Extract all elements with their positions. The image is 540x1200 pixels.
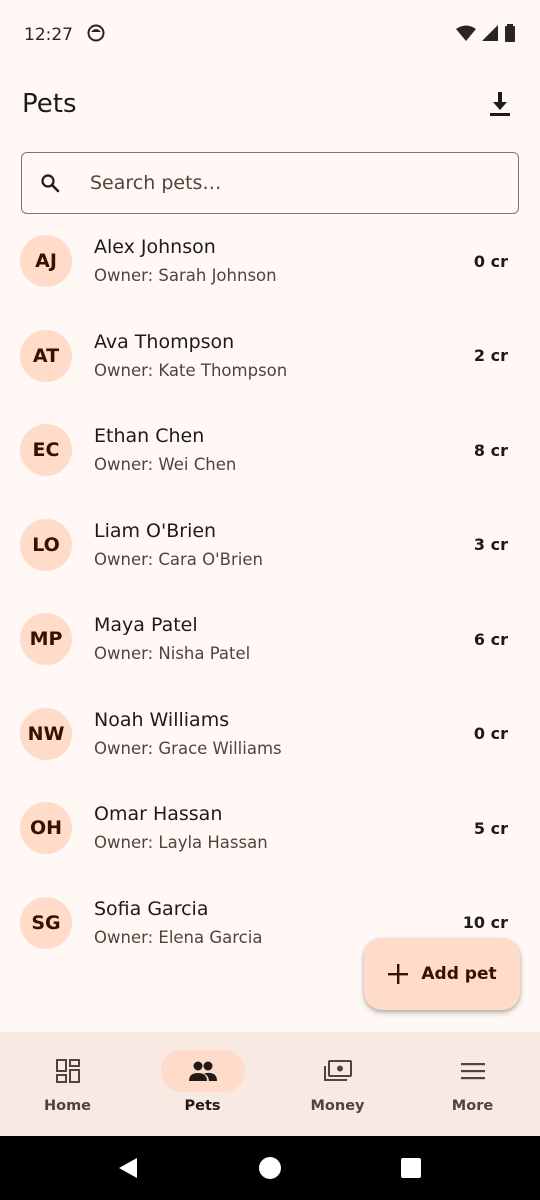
pet-credits: 10 cr — [462, 913, 508, 933]
pet-owner: Owner: Grace Williams — [94, 738, 282, 758]
pet-text: Ethan Chen Owner: Wei Chen — [94, 422, 474, 478]
pet-credits: 2 cr — [473, 346, 508, 366]
nav-label-pets: Pets — [184, 1098, 221, 1114]
system-navigation-bar — [0, 1136, 540, 1200]
battery-icon — [504, 24, 516, 46]
notification-face-icon — [87, 24, 105, 47]
nav-icon-wrap — [296, 1050, 380, 1092]
pet-row[interactable]: LO Liam O'Brien Owner: Cara O'Brien 3 cr — [0, 498, 540, 593]
avatar: NW — [20, 707, 72, 760]
pet-name: Noah Williams — [94, 708, 230, 731]
pet-row[interactable]: AJ Alex Johnson Owner: Sarah Johnson 0 c… — [0, 214, 540, 309]
pet-row[interactable]: EC Ethan Chen Owner: Wei Chen 8 cr — [0, 403, 540, 498]
payments-icon — [323, 1060, 352, 1081]
nav-item-more[interactable]: More — [405, 1032, 540, 1136]
pet-credits: 8 cr — [473, 440, 508, 460]
status-time: 12:27 — [24, 25, 73, 45]
pet-text: Liam O'Brien Owner: Cara O'Brien — [94, 517, 474, 573]
pet-list: AJ Alex Johnson Owner: Sarah Johnson 0 c… — [0, 214, 540, 970]
recents-button[interactable] — [391, 1148, 431, 1188]
plus-icon — [388, 964, 409, 984]
pet-name: Alex Johnson — [94, 236, 216, 259]
download-icon — [490, 92, 510, 116]
avatar: OH — [20, 802, 72, 855]
avatar: AJ — [20, 235, 72, 288]
search-input[interactable] — [88, 171, 472, 195]
wifi-icon — [456, 25, 476, 45]
bottom-navigation: Home Pets Money More — [0, 1032, 540, 1136]
pet-name: Ava Thompson — [94, 330, 235, 353]
pet-credits: 6 cr — [473, 629, 508, 649]
pet-text: Maya Patel Owner: Nisha Patel — [94, 611, 474, 667]
pet-credits: 3 cr — [473, 535, 508, 555]
nav-icon-wrap — [26, 1050, 110, 1092]
home-button[interactable] — [250, 1148, 290, 1188]
nav-label-home: Home — [43, 1098, 92, 1114]
pet-row[interactable]: NW Noah Williams Owner: Grace Williams 0… — [0, 687, 540, 782]
back-button[interactable] — [108, 1148, 148, 1188]
search-field[interactable] — [21, 152, 519, 214]
dashboard-icon — [55, 1059, 80, 1083]
back-triangle-icon — [119, 1158, 137, 1178]
avatar: MP — [20, 613, 72, 666]
menu-icon — [460, 1063, 485, 1080]
pet-name: Maya Patel — [94, 614, 198, 637]
pet-credits: 0 cr — [473, 724, 508, 744]
recents-square-icon — [401, 1158, 421, 1178]
avatar: SG — [20, 896, 72, 949]
add-pet-label: Add pet — [421, 964, 497, 984]
avatar: EC — [20, 424, 72, 477]
nav-icon-wrap — [160, 1050, 245, 1092]
app-bar: Pets — [0, 72, 540, 136]
pet-row[interactable]: MP Maya Patel Owner: Nisha Patel 6 cr — [0, 592, 540, 687]
pet-name: Sofia Garcia — [94, 897, 209, 920]
status-left: 12:27 — [24, 24, 105, 47]
pet-name: Liam O'Brien — [94, 519, 217, 542]
pet-owner: Owner: Kate Thompson — [94, 360, 288, 380]
add-pet-button[interactable]: Add pet — [364, 938, 520, 1010]
pet-owner: Owner: Layla Hassan — [94, 833, 268, 853]
pet-row[interactable]: OH Omar Hassan Owner: Layla Hassan 5 cr — [0, 781, 540, 876]
avatar: AT — [20, 329, 72, 382]
nav-label-money: Money — [310, 1098, 365, 1114]
pet-credits: 0 cr — [473, 251, 508, 271]
pet-text: Alex Johnson Owner: Sarah Johnson — [94, 233, 474, 289]
pet-row[interactable]: AT Ava Thompson Owner: Kate Thompson 2 c… — [0, 309, 540, 404]
pet-owner: Owner: Cara O'Brien — [94, 549, 263, 569]
pet-text: Omar Hassan Owner: Layla Hassan — [94, 800, 474, 856]
pet-owner: Owner: Wei Chen — [94, 455, 237, 475]
nav-item-pets[interactable]: Pets — [135, 1032, 270, 1136]
avatar: LO — [20, 518, 72, 571]
search-icon — [41, 174, 60, 193]
nav-item-home[interactable]: Home — [0, 1032, 135, 1136]
pet-owner: Owner: Sarah Johnson — [94, 266, 277, 286]
nav-item-money[interactable]: Money — [270, 1032, 405, 1136]
nav-icon-wrap — [431, 1050, 515, 1092]
download-button[interactable] — [480, 84, 520, 124]
home-circle-icon — [259, 1157, 281, 1179]
pet-text: Noah Williams Owner: Grace Williams — [94, 706, 474, 762]
status-right — [456, 24, 516, 46]
pet-name: Omar Hassan — [94, 803, 223, 826]
people-icon — [188, 1061, 217, 1081]
nav-label-more: More — [451, 1098, 494, 1114]
pet-name: Ethan Chen — [94, 425, 205, 448]
pet-credits: 5 cr — [473, 818, 508, 838]
pet-owner: Owner: Nisha Patel — [94, 644, 251, 664]
signal-icon — [482, 25, 498, 45]
status-bar: 12:27 — [0, 0, 540, 70]
page-title: Pets — [22, 89, 77, 119]
pet-text: Ava Thompson Owner: Kate Thompson — [94, 328, 474, 384]
